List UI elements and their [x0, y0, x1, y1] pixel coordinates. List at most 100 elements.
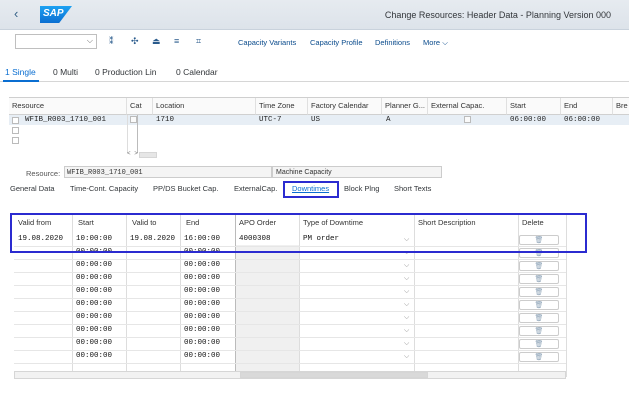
delete-trash-icon[interactable]: 🗑 [519, 300, 559, 310]
delete-trash-icon[interactable]: 🗑 [519, 287, 559, 297]
end-cell[interactable]: 00:00:00 [184, 326, 220, 334]
table-row[interactable] [9, 135, 629, 145]
end-cell[interactable]: 00:00:00 [184, 261, 220, 269]
tab-block-planning[interactable]: Block Plng [344, 184, 379, 193]
row-selector[interactable] [12, 127, 19, 134]
start-cell[interactable]: 00:00:00 [76, 261, 112, 269]
end-cell[interactable]: 00:00:00 [184, 287, 220, 295]
planner-group-cell: A [386, 116, 391, 124]
end-cell: 06:00:00 [564, 116, 601, 124]
col-external-capacity[interactable]: External Capac. [428, 98, 507, 115]
resource-label: Resource: [26, 169, 61, 178]
chevron-down-icon[interactable]: ⌵ [404, 340, 409, 348]
start-cell[interactable]: 00:00:00 [76, 326, 112, 334]
col-end[interactable]: End [561, 98, 613, 115]
transport-icon[interactable]: ✣ [131, 36, 139, 47]
row-divider [14, 363, 566, 364]
shell-bar: ‹ SAP Change Resources: Header Data - Pl… [0, 0, 629, 30]
start-cell: 06:00:00 [510, 116, 547, 124]
start-cell[interactable]: 00:00:00 [76, 352, 112, 360]
col-start[interactable]: Start [507, 98, 561, 115]
tab-general-data[interactable]: General Data [10, 184, 55, 193]
column-divider [127, 115, 128, 153]
factory-calendar-cell: US [311, 116, 321, 124]
planning-version-select[interactable]: ⌵ [15, 34, 97, 49]
location-cell: 1710 [156, 116, 175, 124]
back-icon[interactable]: ‹ [14, 6, 18, 21]
horizontal-scrollbar[interactable] [139, 152, 157, 158]
row-divider [14, 285, 566, 286]
delete-trash-icon[interactable]: 🗑 [519, 261, 559, 271]
row-selector[interactable] [12, 137, 19, 144]
active-tab-indicator [3, 80, 39, 82]
scroll-arrows[interactable]: < > [127, 150, 138, 157]
delete-trash-icon[interactable]: 🗑 [519, 313, 559, 323]
col-cat[interactable]: Cat [127, 98, 153, 115]
col-time-zone[interactable]: Time Zone [256, 98, 308, 115]
col-factory-calendar[interactable]: Factory Calendar [308, 98, 382, 115]
tab-ppds-bucket-cap[interactable]: PP/DS Bucket Cap. [153, 184, 218, 193]
hierarchy-icon[interactable]: ⌗ [196, 36, 201, 47]
table-row[interactable] [9, 125, 629, 135]
collapse-icon[interactable]: ⏏ [152, 36, 161, 47]
start-cell[interactable]: 00:00:00 [76, 287, 112, 295]
horizontal-scrollbar-thumb[interactable] [240, 372, 428, 378]
tab-calendar[interactable]: 0 Calendar [176, 67, 218, 77]
more-button[interactable]: More ⌵ [423, 38, 448, 48]
row-divider [14, 298, 566, 299]
resource-table: Resource Cat Location Time Zone Factory … [9, 97, 629, 159]
end-cell[interactable]: 00:00:00 [184, 339, 220, 347]
tab-multi[interactable]: 0 Multi [53, 67, 78, 77]
definitions-button[interactable]: Definitions [375, 38, 410, 47]
col-location[interactable]: Location [153, 98, 256, 115]
col-break[interactable]: Bre [613, 98, 629, 115]
delete-trash-icon[interactable]: 🗑 [519, 274, 559, 284]
chevron-down-icon[interactable]: ⌵ [404, 275, 409, 283]
row-divider [14, 324, 566, 325]
capacity-variants-button[interactable]: Capacity Variants [238, 38, 296, 47]
delete-trash-icon[interactable]: 🗑 [519, 339, 559, 349]
table-row[interactable]: WFIB_R003_1710_001 1710 UTC-7 US A 06:00… [9, 115, 629, 125]
start-cell[interactable]: 00:00:00 [76, 300, 112, 308]
start-cell[interactable]: 00:00:00 [76, 274, 112, 282]
end-cell[interactable]: 00:00:00 [184, 300, 220, 308]
tab-single[interactable]: 1 Single [5, 67, 36, 77]
delete-trash-icon[interactable]: 🗑 [519, 326, 559, 336]
end-cell[interactable]: 00:00:00 [184, 313, 220, 321]
tab-production-line[interactable]: 0 Production Lin [95, 67, 156, 77]
category-icon[interactable] [130, 116, 137, 123]
start-cell[interactable]: 00:00:00 [76, 313, 112, 321]
highlight-box-tab [283, 181, 339, 198]
chevron-down-icon[interactable]: ⌵ [404, 353, 409, 361]
end-cell[interactable]: 00:00:00 [184, 274, 220, 282]
view-tabs: 1 Single 0 Multi 0 Production Lin 0 Cale… [0, 64, 629, 82]
chevron-down-icon[interactable]: ⌵ [404, 314, 409, 322]
sap-logo[interactable]: SAP [40, 6, 72, 23]
row-divider [14, 259, 566, 260]
time-zone-cell: UTC-7 [259, 116, 282, 124]
tab-external-cap[interactable]: ExternalCap. [234, 184, 277, 193]
filter-icon[interactable]: ≡ [174, 36, 179, 46]
resource-description: Machine Capacity [272, 166, 442, 178]
row-divider [14, 350, 566, 351]
external-capacity-checkbox[interactable] [464, 116, 471, 123]
delete-trash-icon[interactable]: 🗑 [519, 352, 559, 362]
col-resource[interactable]: Resource [9, 98, 127, 115]
row-selector[interactable] [12, 117, 19, 124]
chevron-down-icon[interactable]: ⌵ [404, 288, 409, 296]
tab-time-cont-capacity[interactable]: Time-Cont. Capacity [70, 184, 138, 193]
capacity-profile-button[interactable]: Capacity Profile [310, 38, 363, 47]
chevron-down-icon[interactable]: ⌵ [404, 301, 409, 309]
chevron-down-icon[interactable]: ⌵ [404, 327, 409, 335]
apo-order-column-bg [235, 245, 299, 371]
resource-cell: WFIB_R003_1710_001 [25, 116, 107, 124]
end-cell[interactable]: 00:00:00 [184, 352, 220, 360]
start-cell[interactable]: 00:00:00 [76, 339, 112, 347]
tab-short-texts[interactable]: Short Texts [394, 184, 431, 193]
link-icon[interactable]: ⁑ [109, 36, 114, 47]
chevron-down-icon[interactable]: ⌵ [404, 262, 409, 270]
more-label: More [423, 38, 441, 47]
row-divider [14, 272, 566, 273]
col-planner-group[interactable]: Planner G... [382, 98, 428, 115]
chevron-down-icon: ⌵ [86, 36, 93, 45]
